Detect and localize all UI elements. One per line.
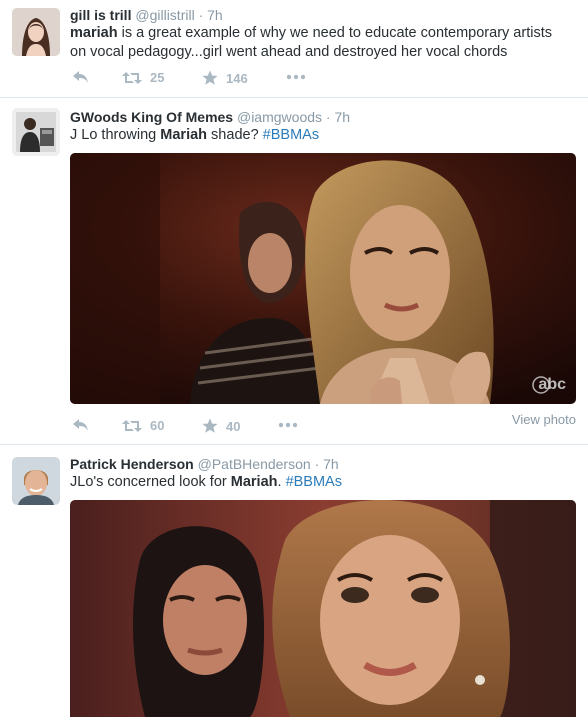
retweet-count: 25 bbox=[150, 70, 165, 85]
star-icon bbox=[202, 418, 218, 433]
tweet-1: gill is trill @gillistrill · 7h mariah i… bbox=[0, 0, 588, 97]
tweet-photo[interactable] bbox=[70, 500, 576, 717]
reply-button[interactable] bbox=[72, 70, 90, 84]
hashtag-link[interactable]: #BBMAs bbox=[286, 474, 342, 490]
separator: · bbox=[198, 7, 204, 23]
tweet-header: Patrick Henderson @PatBHenderson · 7h bbox=[70, 456, 339, 472]
tweet-photo[interactable]: abc bbox=[70, 153, 576, 404]
timestamp[interactable]: 7h bbox=[334, 109, 350, 125]
username[interactable]: @PatBHenderson bbox=[198, 456, 311, 472]
text-part: Mariah bbox=[160, 127, 208, 143]
avatar[interactable] bbox=[12, 457, 60, 505]
separator: · bbox=[314, 456, 320, 472]
text-part: JLo's concerned look for bbox=[70, 474, 231, 490]
tweet-actions: 25 146 bbox=[70, 70, 370, 92]
tweet-actions: 60 40 bbox=[70, 418, 370, 440]
watermark-text: abc bbox=[538, 376, 566, 393]
text-part: mariah bbox=[70, 25, 118, 41]
display-name[interactable]: Patrick Henderson bbox=[70, 456, 194, 472]
text-part: . bbox=[277, 474, 286, 490]
reply-icon bbox=[73, 71, 88, 83]
tweet-text: mariah is a great example of why we need… bbox=[70, 24, 570, 62]
like-button[interactable]: 146 bbox=[202, 70, 248, 86]
tweet-header: gill is trill @gillistrill · 7h bbox=[70, 7, 223, 23]
tweet-2: GWoods King Of Memes @iamgwoods · 7h J L… bbox=[0, 98, 588, 444]
text-part: shade? bbox=[207, 127, 263, 143]
text-part: Mariah bbox=[230, 474, 278, 490]
text-part: J Lo throwing bbox=[70, 127, 161, 143]
like-button[interactable]: 40 bbox=[202, 418, 240, 434]
like-count: 40 bbox=[226, 418, 241, 434]
like-count: 146 bbox=[226, 70, 248, 86]
retweet-button[interactable]: 25 bbox=[122, 70, 164, 85]
tweet-text: JLo's concerned look for Mariah. #BBMAs bbox=[70, 473, 570, 492]
more-icon bbox=[286, 74, 306, 80]
display-name[interactable]: gill is trill bbox=[70, 7, 131, 23]
hashtag-link[interactable]: #BBMAs bbox=[263, 127, 319, 143]
star-icon bbox=[202, 70, 218, 85]
text-part: is a great example of why we need to edu… bbox=[70, 25, 552, 60]
username[interactable]: @iamgwoods bbox=[237, 109, 322, 125]
avatar[interactable] bbox=[12, 108, 60, 156]
tweet-header: GWoods King Of Memes @iamgwoods · 7h bbox=[70, 109, 350, 125]
tweet-text: J Lo throwing Mariah shade? #BBMAs bbox=[70, 126, 570, 145]
timestamp[interactable]: 7h bbox=[323, 456, 339, 472]
tweet-3: Patrick Henderson @PatBHenderson · 7h JL… bbox=[0, 445, 588, 717]
reply-icon bbox=[73, 419, 88, 431]
display-name[interactable]: GWoods King Of Memes bbox=[70, 109, 233, 125]
retweet-count: 60 bbox=[150, 418, 165, 433]
more-button[interactable] bbox=[286, 70, 306, 84]
retweet-icon bbox=[122, 419, 142, 432]
timestamp[interactable]: 7h bbox=[207, 7, 223, 23]
reply-button[interactable] bbox=[72, 418, 90, 432]
retweet-button[interactable]: 60 bbox=[122, 418, 164, 433]
separator: · bbox=[325, 109, 331, 125]
avatar[interactable] bbox=[12, 8, 60, 56]
more-button[interactable] bbox=[278, 418, 298, 432]
more-icon bbox=[278, 422, 298, 428]
view-photo-link[interactable]: View photo bbox=[512, 412, 576, 427]
username[interactable]: @gillistrill bbox=[135, 7, 194, 23]
retweet-icon bbox=[122, 71, 142, 84]
